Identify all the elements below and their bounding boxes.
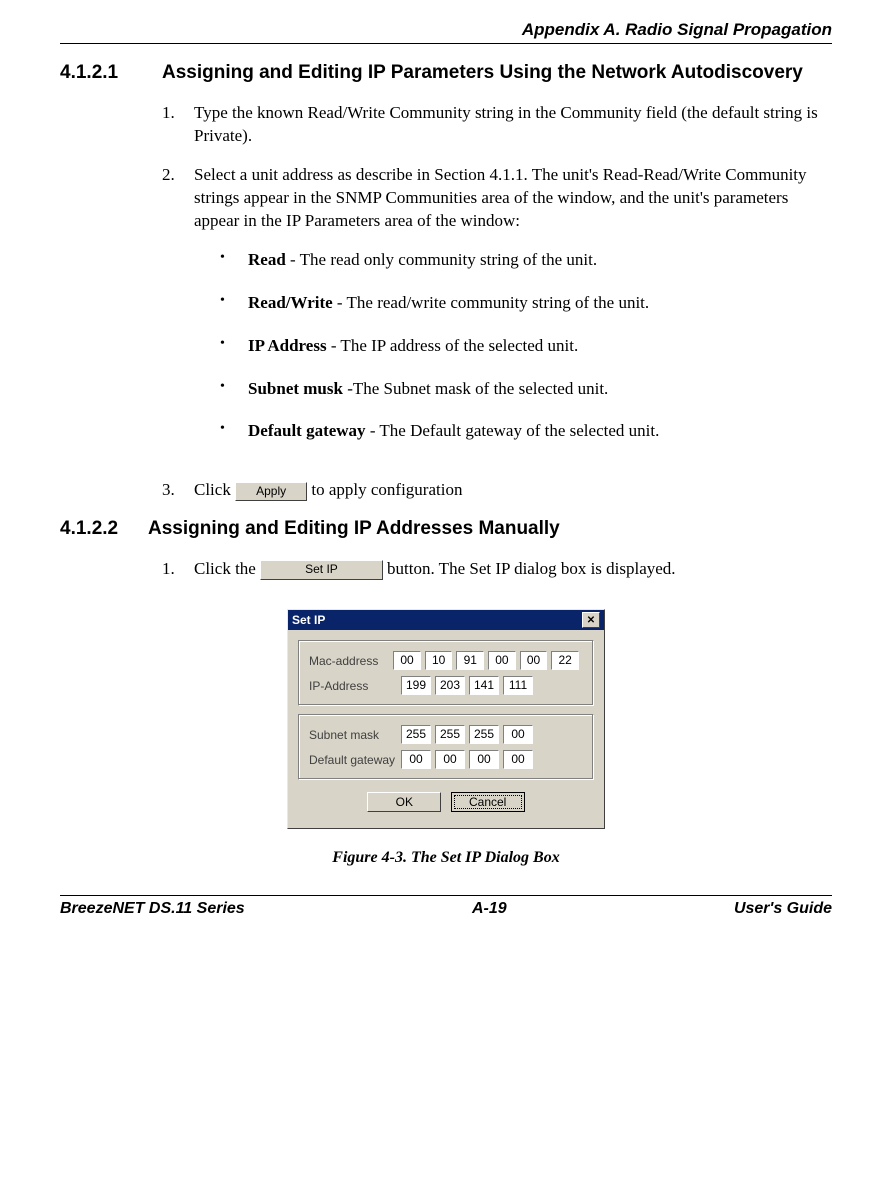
step-3-post: to apply configuration (307, 480, 462, 499)
footer-right: User's Guide (734, 900, 832, 918)
step-number: 1. (162, 102, 194, 148)
section-title: Assigning and Editing IP Addresses Manua… (148, 518, 832, 540)
bullet-read-write: • Read/Write - The read/write community … (220, 292, 832, 315)
default-gateway-row: Default gateway 00 00 00 00 (309, 750, 583, 769)
step-text: Click Apply to apply configuration (194, 479, 832, 502)
subnet-octet-2[interactable]: 255 (435, 725, 465, 744)
subnet-octet-4[interactable]: 00 (503, 725, 533, 744)
bullet-term: Default gateway (248, 421, 366, 440)
bullet-default-gateway: • Default gateway - The Default gateway … (220, 420, 832, 443)
footer-left: BreezeNET DS.11 Series (60, 900, 245, 918)
subnet-octet-3[interactable]: 255 (469, 725, 499, 744)
mac-octet-6[interactable]: 22 (551, 651, 579, 670)
mac-octet-3[interactable]: 91 (456, 651, 484, 670)
ip-octet-1[interactable]: 199 (401, 676, 431, 695)
page-header-appendix: Appendix A. Radio Signal Propagation (60, 20, 832, 44)
section-4-1-2-2-heading: 4.1.2.2 Assigning and Editing IP Address… (60, 518, 832, 540)
gateway-octet-4[interactable]: 00 (503, 750, 533, 769)
section-title: Assigning and Editing IP Parameters Usin… (162, 62, 832, 84)
bullet-desc: - The IP address of the selected unit. (327, 336, 579, 355)
bullet-marker: • (220, 335, 248, 358)
step-number: 2. (162, 164, 194, 464)
step-text: Select a unit address as describe in Sec… (194, 164, 832, 464)
mac-octet-4[interactable]: 00 (488, 651, 516, 670)
bullet-term: Subnet musk (248, 379, 343, 398)
close-button[interactable]: ✕ (582, 612, 600, 628)
subnet-mask-row: Subnet mask 255 255 255 00 (309, 725, 583, 744)
set-ip-button[interactable]: Set IP (260, 560, 383, 580)
bullet-marker: • (220, 249, 248, 272)
bullet-term: Read/Write (248, 293, 333, 312)
network-group: Subnet mask 255 255 255 00 Default gatew… (298, 714, 594, 780)
apply-button[interactable]: Apply (235, 482, 307, 501)
step-3-pre: Click (194, 480, 235, 499)
ip-address-label: IP-Address (309, 679, 401, 693)
mac-octet-5[interactable]: 00 (520, 651, 548, 670)
step-1-manual: 1. Click the Set IP button. The Set IP d… (162, 558, 832, 581)
mac-address-row: Mac-address 00 10 91 00 00 22 (309, 651, 583, 670)
close-icon: ✕ (587, 615, 595, 626)
mac-octet-2[interactable]: 10 (425, 651, 453, 670)
dialog-titlebar: Set IP ✕ (288, 610, 604, 630)
gateway-octet-3[interactable]: 00 (469, 750, 499, 769)
step-text: Click the Set IP button. The Set IP dial… (194, 558, 832, 581)
bullet-desc: - The read/write community string of the… (333, 293, 649, 312)
bullet-term: Read (248, 250, 286, 269)
ip-octet-3[interactable]: 141 (469, 676, 499, 695)
bullet-term: IP Address (248, 336, 327, 355)
section-number: 4.1.2.2 (60, 518, 148, 540)
default-gateway-label: Default gateway (309, 753, 401, 767)
dialog-button-row: OK Cancel (298, 788, 594, 818)
step-3: 3. Click Apply to apply configuration (162, 479, 832, 502)
step-pre: Click the (194, 559, 260, 578)
step-post: button. The Set IP dialog box is display… (383, 559, 676, 578)
step-number: 3. (162, 479, 194, 502)
bullet-marker: • (220, 292, 248, 315)
page-footer: BreezeNET DS.11 Series A-19 User's Guide (60, 895, 832, 918)
section-number: 4.1.2.1 (60, 62, 162, 84)
bullet-desc: - The Default gateway of the selected un… (366, 421, 660, 440)
section-4-1-2-1-heading: 4.1.2.1 Assigning and Editing IP Paramet… (60, 62, 832, 84)
bullet-desc: -The Subnet mask of the selected unit. (343, 379, 608, 398)
ip-address-row: IP-Address 199 203 141 111 (309, 676, 583, 695)
address-group: Mac-address 00 10 91 00 00 22 IP-Address… (298, 640, 594, 706)
step-2: 2. Select a unit address as describe in … (162, 164, 832, 464)
mac-octet-1[interactable]: 00 (393, 651, 421, 670)
gateway-octet-2[interactable]: 00 (435, 750, 465, 769)
mac-address-label: Mac-address (309, 654, 393, 668)
set-ip-dialog: Set IP ✕ Mac-address 00 10 91 00 00 22 (287, 609, 605, 829)
step-text: Type the known Read/Write Community stri… (194, 102, 832, 148)
cancel-button[interactable]: Cancel (451, 792, 525, 812)
subnet-octet-1[interactable]: 255 (401, 725, 431, 744)
footer-center: A-19 (472, 900, 507, 918)
subnet-mask-label: Subnet mask (309, 728, 401, 742)
bullet-read: • Read - The read only community string … (220, 249, 832, 272)
ip-octet-2[interactable]: 203 (435, 676, 465, 695)
step-number: 1. (162, 558, 194, 581)
bullet-marker: • (220, 378, 248, 401)
step-1: 1. Type the known Read/Write Community s… (162, 102, 832, 148)
bullet-marker: • (220, 420, 248, 443)
gateway-octet-1[interactable]: 00 (401, 750, 431, 769)
ok-button[interactable]: OK (367, 792, 441, 812)
bullet-ip-address: • IP Address - The IP address of the sel… (220, 335, 832, 358)
bullet-desc: - The read only community string of the … (286, 250, 597, 269)
bullet-subnet-mask: • Subnet musk -The Subnet mask of the se… (220, 378, 832, 401)
step-2-intro: Select a unit address as describe in Sec… (194, 165, 807, 230)
dialog-title: Set IP (292, 613, 325, 627)
ip-octet-4[interactable]: 111 (503, 676, 533, 695)
figure-caption: Figure 4-3. The Set IP Dialog Box (60, 849, 832, 867)
